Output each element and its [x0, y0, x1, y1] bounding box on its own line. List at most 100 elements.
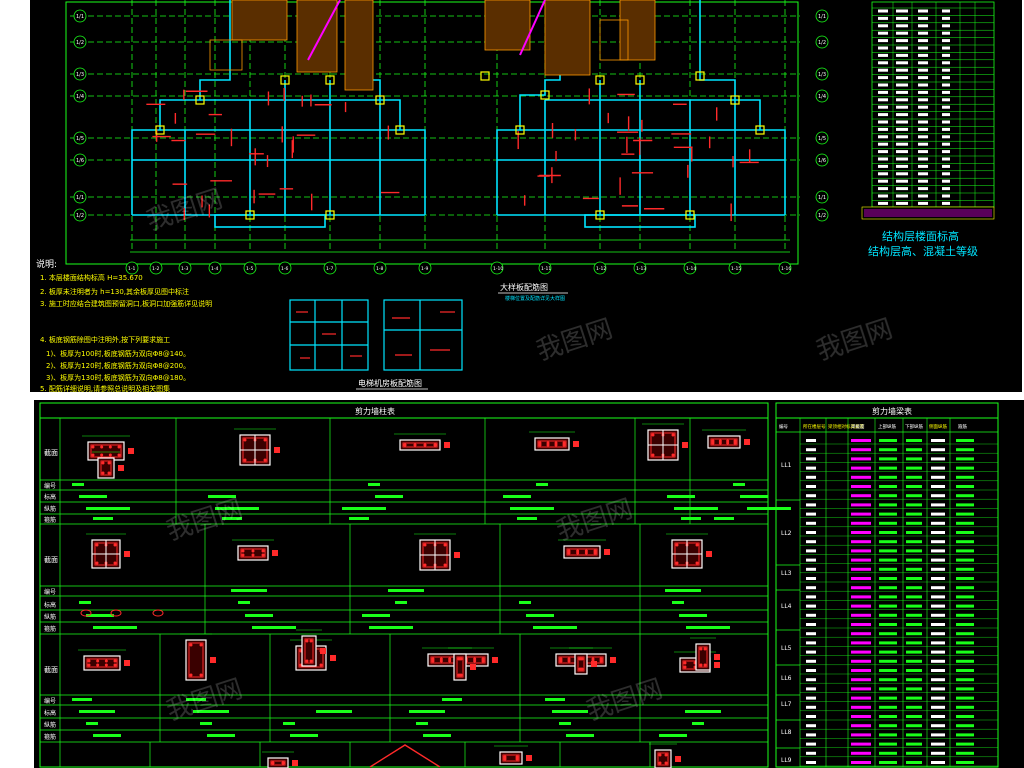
grid-bubble-label: 1/3: [76, 72, 84, 78]
level-cell: [942, 187, 950, 191]
beam-cell: [879, 457, 897, 461]
level-cell: [942, 194, 950, 198]
beam-cell: [906, 466, 922, 470]
beam-cell: [931, 485, 945, 488]
beam-cell: [956, 669, 974, 672]
svg-text:LL7: LL7: [781, 701, 792, 708]
level-cell: [918, 83, 928, 87]
beam-cell: [931, 687, 945, 691]
level-cell: [942, 201, 950, 205]
note-1: 1. 本层楼面结构标高 H=35.670: [40, 273, 143, 282]
beam-cell: [956, 761, 974, 764]
level-cell: [878, 16, 888, 20]
beam-cell: [956, 641, 974, 645]
beam-cell: [931, 678, 945, 682]
level-cell: [918, 16, 928, 20]
beam-cell: [851, 457, 871, 461]
schedule-value: [552, 710, 588, 713]
detail-title-a: 大样板配筋图: [500, 282, 548, 292]
beam-cell: [806, 687, 816, 691]
schedule-value: [86, 722, 98, 725]
beam-cell: [851, 439, 871, 442]
beam-cell: [931, 715, 945, 718]
beam-cell: [956, 549, 974, 553]
level-cell: [918, 90, 928, 94]
beam-cell: [956, 742, 974, 746]
beam-cell: [906, 632, 922, 636]
beam-cell: [906, 457, 922, 461]
level-cell: [942, 16, 950, 20]
svg-text:上部纵筋: 上部纵筋: [878, 423, 896, 430]
schedule-value: [349, 517, 369, 520]
level-cell: [878, 135, 888, 139]
beam-cell: [931, 503, 945, 507]
level-cell: [878, 61, 888, 65]
grid-bubble-label: 1/2: [76, 40, 84, 46]
beam-cell: [851, 475, 871, 479]
beam-cell: [806, 733, 816, 737]
beam-cell: [956, 696, 974, 700]
level-cell: [918, 76, 928, 80]
beam-cell: [879, 577, 897, 580]
grid-bubble-label: 1-15: [731, 266, 741, 272]
beam-cell: [906, 448, 922, 452]
level-cell: [942, 61, 950, 65]
beam-cell: [906, 485, 922, 488]
beam-cell: [956, 705, 974, 709]
grid-bubble-label: 1-10: [493, 266, 503, 272]
level-cell: [918, 113, 928, 117]
beam-cell: [806, 531, 816, 534]
level-cell: [878, 187, 888, 191]
beam-cell: [956, 733, 974, 737]
beam-cell: [806, 742, 816, 746]
beam-cell: [956, 448, 974, 452]
level-cell: [896, 172, 908, 176]
beam-cell: [851, 558, 871, 562]
level-cell: [896, 179, 908, 183]
beam-cell: [956, 586, 974, 590]
level-cell: [878, 113, 888, 117]
schedule-value: [93, 626, 137, 629]
level-cell: [896, 187, 908, 191]
svg-text:编号: 编号: [44, 697, 56, 705]
beam-cell: [956, 512, 974, 516]
schedule-value: [526, 614, 554, 617]
beam-cell: [956, 503, 974, 507]
level-cell: [942, 127, 950, 131]
schedule-value: [503, 495, 531, 498]
grid-bubble-label: 1-5: [246, 266, 253, 272]
level-cell: [918, 194, 928, 198]
level-cell: [918, 120, 928, 124]
beam-cell: [851, 641, 871, 645]
beam-cell: [851, 448, 871, 452]
level-cell: [942, 105, 950, 109]
level-cell: [878, 150, 888, 154]
beam-cell: [851, 650, 871, 654]
grid-bubble-label: 1/6: [76, 158, 84, 164]
schedule-value: [93, 734, 121, 737]
level-cell: [896, 46, 908, 50]
level-cell: [942, 120, 950, 124]
schedule-value: [674, 507, 718, 510]
beam-cell: [931, 466, 945, 470]
beam-cell: [806, 696, 816, 700]
beam-cell: [879, 466, 897, 470]
level-cell: [878, 83, 888, 87]
level-cell: [896, 135, 908, 139]
beam-cell: [906, 531, 922, 534]
level-cell: [918, 187, 928, 191]
beam-cell: [879, 761, 897, 764]
beam-cell: [851, 705, 871, 709]
level-cell: [896, 61, 908, 65]
level-cell: [878, 39, 888, 43]
grid-bubble-label: 1-1: [128, 266, 135, 272]
level-cell: [942, 150, 950, 154]
beam-cell: [806, 512, 816, 516]
beam-cell: [931, 705, 945, 709]
beam-cell: [906, 623, 922, 626]
level-cell: [878, 127, 888, 131]
beam-cell: [956, 531, 974, 534]
beam-cell: [879, 503, 897, 507]
beam-cell: [806, 540, 816, 544]
beam-cell: [879, 439, 897, 442]
